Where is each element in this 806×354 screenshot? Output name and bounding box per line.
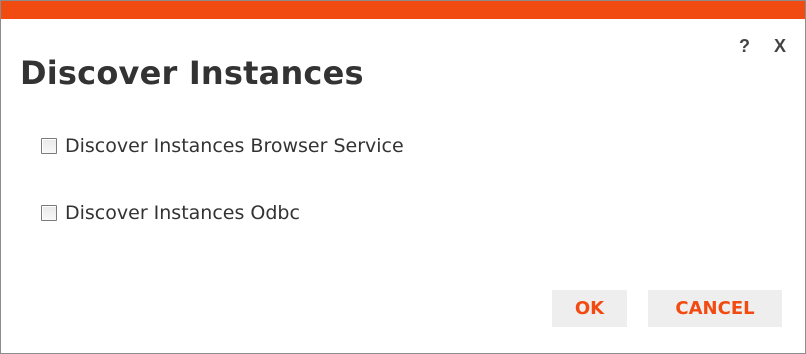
ok-button[interactable]: OK [552,290,627,327]
dialog-accent-bar [1,1,805,19]
help-button[interactable]: ? [739,35,750,57]
option-browser-service[interactable]: Discover Instances Browser Service [41,135,404,157]
dialog-title: Discover Instances [20,54,364,92]
close-button[interactable]: X [774,35,786,57]
browser-service-checkbox[interactable] [41,138,57,154]
cancel-button[interactable]: CANCEL [648,290,782,327]
option-odbc[interactable]: Discover Instances Odbc [41,202,300,224]
browser-service-label: Discover Instances Browser Service [65,135,404,157]
odbc-checkbox[interactable] [41,205,57,221]
odbc-label: Discover Instances Odbc [65,202,300,224]
discover-instances-dialog: Discover Instances ? X Discover Instance… [0,0,806,354]
